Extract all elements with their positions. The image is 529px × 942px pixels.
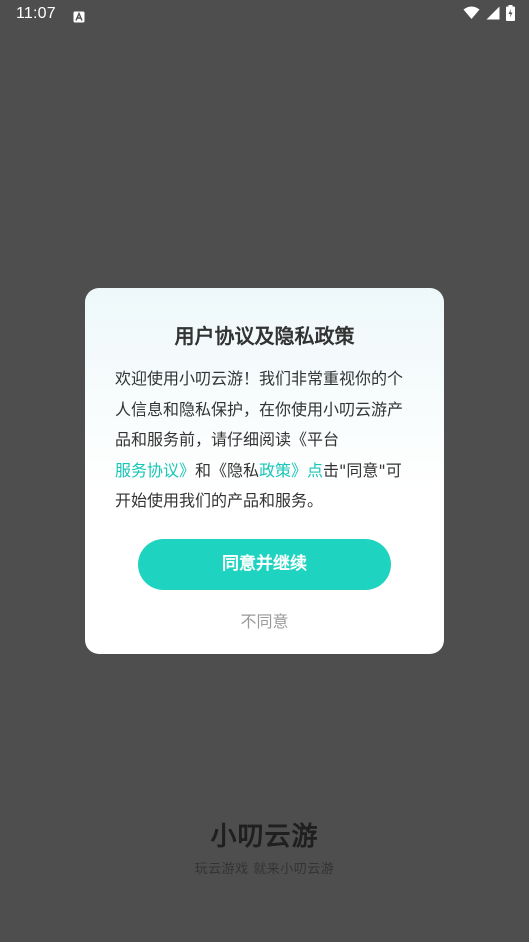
wifi-icon (463, 6, 480, 20)
disagree-button[interactable]: 不同意 (85, 608, 444, 632)
dialog-title: 用户协议及隐私政策 (174, 324, 355, 348)
status-bar: 11:07 (0, 0, 529, 30)
privacy-dialog: 用户协议及隐私政策 欢迎使用小叨云游！我们非常重视你的个人信息和隐私保护，在你使… (85, 288, 444, 654)
status-time: 11:07 (16, 5, 56, 22)
body-text-2: 和《隐私 (195, 460, 260, 480)
agree-button[interactable]: 同意并继续 (138, 539, 391, 590)
brand-slogan: 玩云游戏 就来小叨云游 (194, 862, 335, 877)
dialog-body: 欢迎使用小叨云游！我们非常重视你的个人信息和隐私保护，在你使用小叨云游产品和服务… (115, 364, 415, 517)
brand-logo: 小叨云游 (210, 822, 319, 852)
battery-icon (506, 5, 515, 21)
privacy-policy-link[interactable]: 政策》点 (259, 461, 323, 480)
service-agreement-link[interactable]: 服务协议》 (115, 461, 195, 480)
body-text-1: 欢迎使用小叨云游！我们非常重视你的个人信息和隐私保护，在你使用小叨云游产品和服务… (115, 369, 404, 449)
a-notification-icon (73, 8, 85, 23)
signal-icon (486, 6, 500, 20)
status-icons (463, 5, 515, 21)
